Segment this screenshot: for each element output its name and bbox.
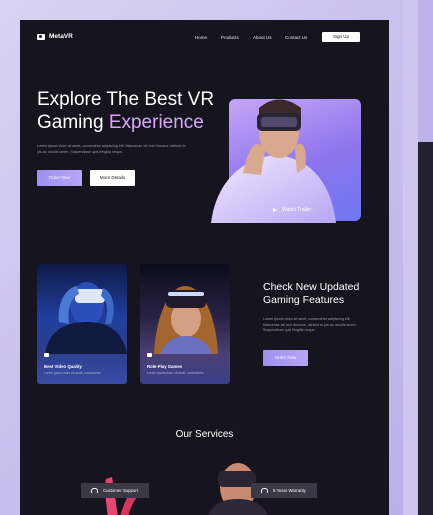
- hero-image-card: Watch Trailer: [211, 99, 361, 223]
- navbar: MetaVR Home Products About Us Contact Us…: [20, 20, 389, 56]
- vr-girl-image: [154, 286, 218, 354]
- nav-link-about[interactable]: About Us: [253, 35, 272, 40]
- nav-link-contact[interactable]: Contact Us: [285, 35, 307, 40]
- features-order-button[interactable]: Order Now: [263, 350, 308, 366]
- hero-title-line2: Gaming: [37, 112, 109, 133]
- feature-card-role-play[interactable]: Role-Play Games Lorem ipsum dolor sit am…: [140, 264, 230, 384]
- gamepad-icon: [147, 353, 152, 357]
- order-now-button[interactable]: Order Now: [37, 170, 82, 186]
- vr-user-image: [45, 282, 127, 354]
- watch-trailer-label: Watch Trailer: [282, 207, 312, 213]
- hero-description: Lorem ipsum dolor sit amet, consectetur …: [37, 144, 186, 154]
- headset-icon: [91, 488, 98, 493]
- more-details-button[interactable]: More Details: [90, 170, 135, 186]
- background-strip-top: [418, 0, 433, 142]
- card-title: Best Video Quality: [44, 364, 82, 369]
- play-icon: [273, 208, 277, 212]
- signup-button[interactable]: Sign Up: [322, 32, 360, 42]
- hero-title-line1: Explore The Best VR: [37, 89, 215, 110]
- services-images: [105, 463, 268, 515]
- service-warranty[interactable]: 5 Years Warranty: [251, 483, 317, 498]
- card-subtitle: Lorem ipsum dolor sit amet, consectetur: [147, 371, 204, 375]
- features-description: Lorem ipsum dolor sit amet, consectetur …: [263, 317, 357, 332]
- services-title: Our Services: [175, 429, 234, 440]
- hero-title: Explore The Best VR Gaming Experience: [37, 88, 227, 134]
- watch-trailer-button[interactable]: Watch Trailer: [273, 207, 311, 213]
- background-panel-edge: [418, 142, 433, 515]
- card-subtitle: Lorem ipsum dolor sit amet, consectetur: [44, 371, 101, 375]
- service-label: Customer Support: [103, 488, 138, 493]
- service-label: 5 Years Warranty: [273, 488, 306, 493]
- background-strip: [403, 0, 419, 515]
- logo-text: MetaVR: [49, 33, 73, 40]
- card-title: Role-Play Games: [147, 364, 183, 369]
- nav-link-products[interactable]: Products: [221, 35, 239, 40]
- feature-card-video-quality[interactable]: Best Video Quality Lorem ipsum dolor sit…: [37, 264, 127, 384]
- logo[interactable]: MetaVR: [37, 33, 73, 40]
- features-title: Check New Updated Gaming Features: [263, 281, 360, 306]
- gamepad-icon: [261, 488, 268, 493]
- nav-link-home[interactable]: Home: [195, 35, 207, 40]
- vr-headset-icon: [37, 33, 45, 40]
- hero-title-accent: Experience: [108, 112, 204, 133]
- video-camera-icon: [44, 353, 49, 357]
- service-customer-support[interactable]: Customer Support: [81, 483, 149, 498]
- landing-page: MetaVR Home Products About Us Contact Us…: [20, 20, 389, 515]
